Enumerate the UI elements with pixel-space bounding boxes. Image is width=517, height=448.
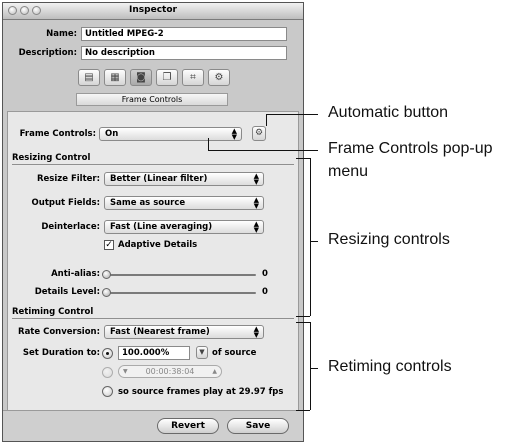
filters-tab-icon[interactable]: ❐ <box>156 69 178 86</box>
inspector-window: Inspector Name: Untitled MPEG-2 Descript… <box>2 2 304 442</box>
frame-controls-label: Frame Controls: <box>19 129 96 139</box>
anti-alias-slider[interactable] <box>104 274 256 276</box>
resizing-bracket <box>296 158 310 159</box>
frame-controls-popup[interactable]: On ▲ ▼ <box>99 127 242 141</box>
resizing-bracket <box>296 316 310 317</box>
retiming-bracket <box>296 410 310 411</box>
description-field[interactable]: No description <box>81 46 287 60</box>
fps-label: so source frames play at 29.97 fps <box>118 387 284 397</box>
deinterlace-popup[interactable]: Fast (Line averaging) ▲ ▼ <box>104 220 264 234</box>
duration-percent-radio[interactable] <box>102 348 113 359</box>
output-fields-label: Output Fields: <box>31 198 100 208</box>
name-label: Name: <box>46 29 77 39</box>
actions-tab-icon[interactable]: ⚙ <box>208 69 230 86</box>
resizing-controls-callout: Resizing controls <box>328 231 450 248</box>
description-label: Description: <box>18 48 77 58</box>
popup-arrows-icon: ▲ ▼ <box>253 172 259 186</box>
anti-alias-label: Anti-alias: <box>51 269 100 279</box>
resizing-control-title: Resizing Control <box>12 153 91 163</box>
retiming-control-title: Retiming Control <box>12 307 94 317</box>
output-fields-value: Same as source <box>110 198 186 208</box>
frame-controls-callout-line <box>208 150 318 151</box>
adaptive-details-checkbox[interactable]: ✓ <box>104 240 114 250</box>
automatic-button-callout: Automatic button <box>328 104 449 121</box>
timecode-decrement-icon[interactable]: ▼ <box>123 366 128 377</box>
details-level-slider-knob[interactable] <box>102 288 111 297</box>
retiming-controls-callout: Retiming controls <box>328 358 452 375</box>
chevron-down-icon: ▼ <box>199 348 205 356</box>
frame-controls-popup-callout-line2: menu <box>328 163 369 180</box>
timecode-field[interactable]: ▼ 00:00:38:04 ▲ <box>118 365 222 378</box>
popup-arrows-icon: ▲ ▼ <box>253 220 259 234</box>
output-fields-popup[interactable]: Same as source ▲ ▼ <box>104 196 264 210</box>
encoder-tab-icon[interactable]: ▦ <box>104 69 126 86</box>
timecode-increment-icon[interactable]: ▲ <box>212 366 217 377</box>
footer-bar: Revert Save <box>3 410 303 441</box>
retiming-bracket <box>296 322 310 323</box>
details-level-label: Details Level: <box>34 287 100 297</box>
window-title: Inspector <box>129 5 177 15</box>
deinterlace-value: Fast (Line averaging) <box>110 222 213 232</box>
resize-filter-popup[interactable]: Better (Linear filter) ▲ ▼ <box>104 172 264 186</box>
percent-dropdown-button[interactable]: ▼ <box>196 346 208 359</box>
retiming-separator <box>12 318 294 320</box>
gear-icon: ⚙ <box>254 128 264 138</box>
resizing-bracket <box>310 158 311 316</box>
revert-button[interactable]: Revert <box>157 418 219 434</box>
frame-controls-tab-icon[interactable]: ◙ <box>130 69 152 86</box>
automatic-callout-line <box>266 114 267 126</box>
duration-timecode-radio[interactable] <box>102 367 113 378</box>
popup-arrows-icon: ▲ ▼ <box>231 127 237 141</box>
resizing-separator <box>12 164 294 166</box>
duration-percent-field[interactable]: 100.000% <box>118 346 190 360</box>
geometry-tab-icon[interactable]: ⌗ <box>182 69 204 86</box>
save-button[interactable]: Save <box>227 418 289 434</box>
deinterlace-label: Deinterlace: <box>41 222 100 232</box>
popup-arrows-icon: ▲ ▼ <box>253 196 259 210</box>
frame-controls-panel: Frame Controls: On ▲ ▼ ⚙ Resizing Control… <box>7 111 299 411</box>
rate-conversion-popup[interactable]: Fast (Nearest frame) ▲ ▼ <box>104 325 264 339</box>
summary-tab-icon[interactable]: ▤ <box>78 69 100 86</box>
details-level-value: 0 <box>262 287 268 297</box>
set-duration-label: Set Duration to: <box>22 348 100 358</box>
rate-conversion-label: Rate Conversion: <box>18 327 100 337</box>
popup-arrows-icon: ▲ ▼ <box>253 325 259 339</box>
frame-controls-callout-line <box>208 138 209 150</box>
anti-alias-value: 0 <box>262 269 268 279</box>
active-tab-label: Frame Controls <box>76 93 228 106</box>
name-field[interactable]: Untitled MPEG-2 <box>81 27 287 41</box>
resize-filter-value: Better (Linear filter) <box>110 174 208 184</box>
retiming-bracket <box>310 322 311 410</box>
duration-fps-radio[interactable] <box>102 386 113 397</box>
automatic-callout-line <box>266 114 318 115</box>
details-level-slider[interactable] <box>104 292 256 294</box>
adaptive-details-label: Adaptive Details <box>118 240 198 250</box>
timecode-value: 00:00:38:04 <box>145 367 195 376</box>
rate-conversion-value: Fast (Nearest frame) <box>110 327 210 337</box>
resize-filter-label: Resize Filter: <box>36 174 100 184</box>
frame-controls-popup-callout: Frame Controls pop-up <box>328 140 493 157</box>
automatic-gear-button[interactable]: ⚙ <box>252 126 266 141</box>
resizing-bracket <box>310 241 318 242</box>
anti-alias-slider-knob[interactable] <box>102 270 111 279</box>
of-source-label: of source <box>212 348 257 358</box>
title-bar[interactable]: Inspector <box>3 3 303 20</box>
retiming-bracket <box>310 368 318 369</box>
frame-controls-value: On <box>105 129 119 139</box>
